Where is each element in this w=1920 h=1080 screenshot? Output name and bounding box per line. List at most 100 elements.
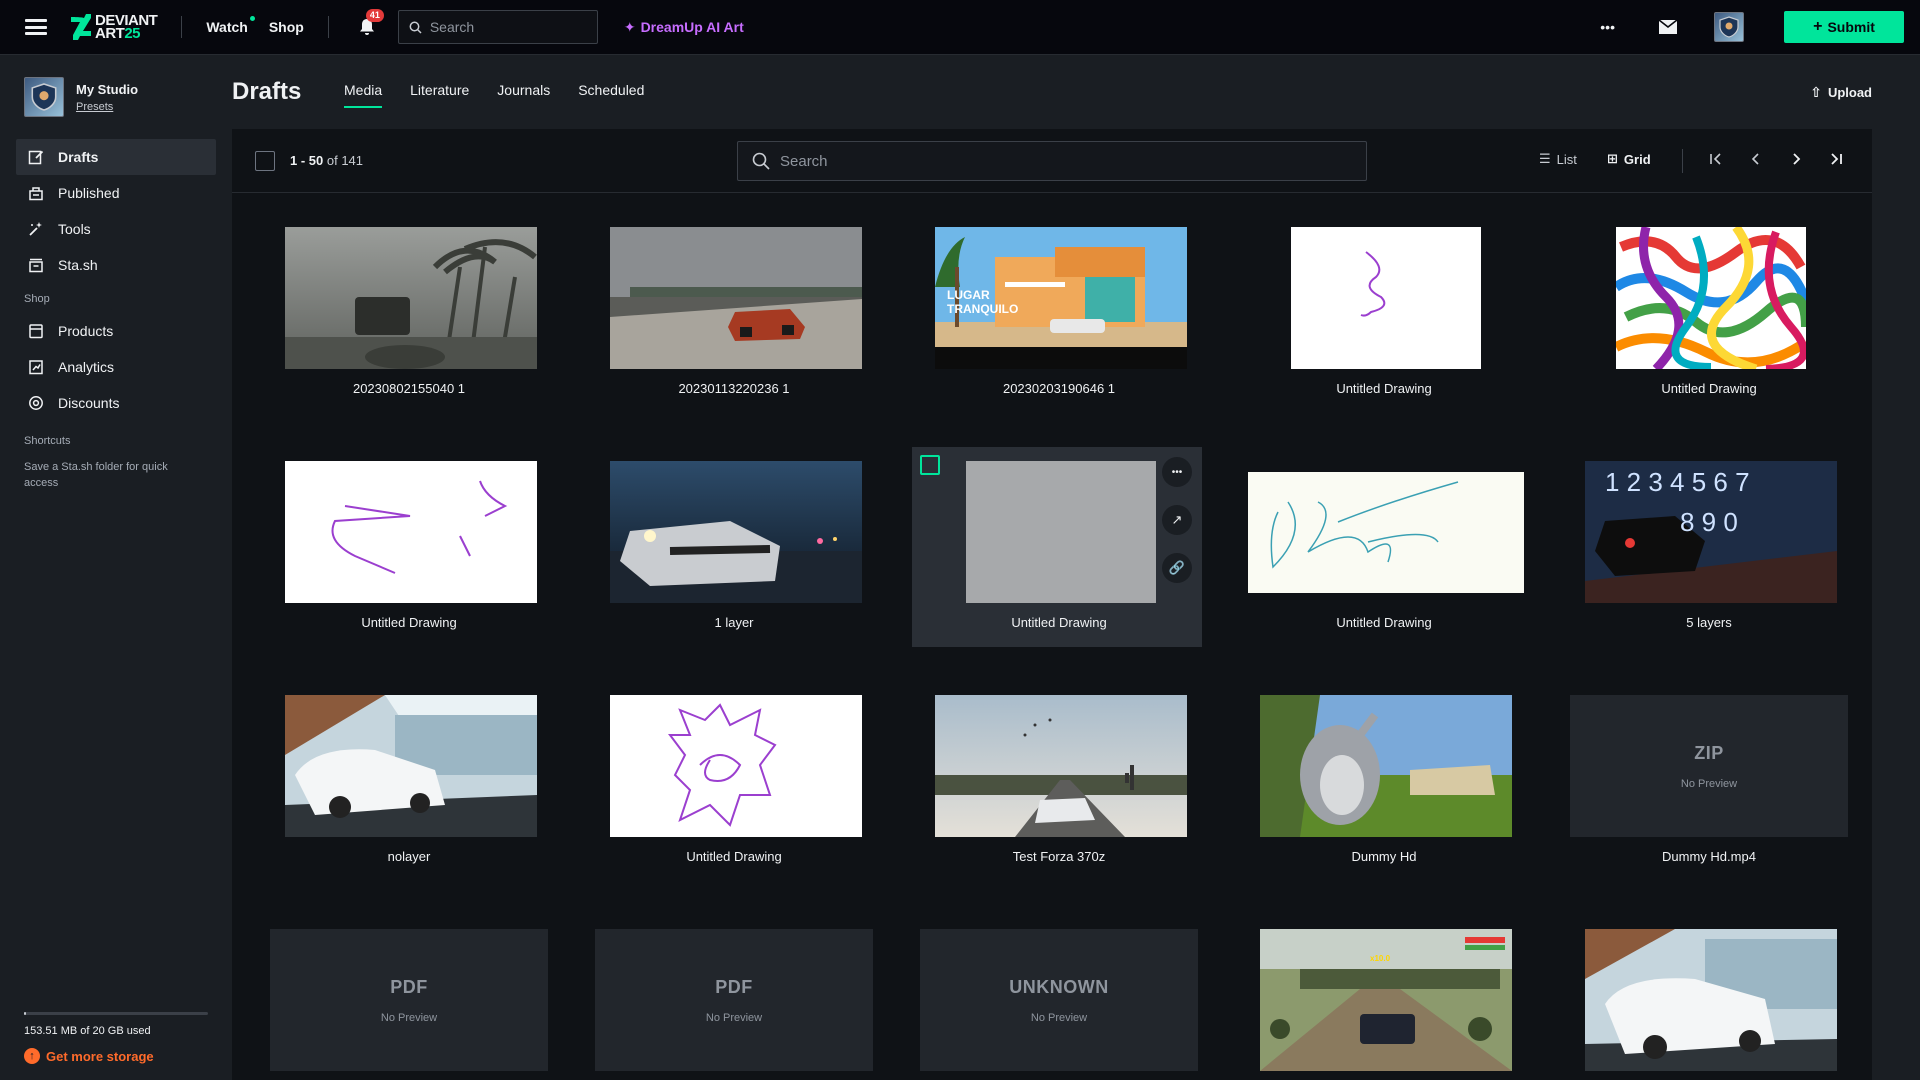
previous-page-button[interactable] <box>1748 151 1764 170</box>
copy-link-button[interactable]: 🔗 <box>1162 553 1192 583</box>
svg-text:8 9 0: 8 9 0 <box>1680 507 1738 537</box>
select-item-checkbox[interactable] <box>920 455 940 475</box>
artwork-title[interactable]: 20230203190646 1 <box>916 381 1202 396</box>
artwork-title[interactable]: Untitled Drawing <box>1241 381 1527 396</box>
toolbar-divider <box>1682 149 1683 173</box>
artwork-title[interactable]: Test Forza 370z <box>916 849 1202 864</box>
artwork-title[interactable]: Untitled Drawing <box>916 615 1202 630</box>
dreamup-link[interactable]: ✦ DreamUp AI Art <box>624 19 744 36</box>
deviantart-logo-mark-icon <box>71 14 91 40</box>
artwork-title[interactable]: Untitled Drawing <box>266 615 552 630</box>
artwork-title[interactable]: 20230802155040 1 <box>266 381 552 396</box>
artwork-title[interactable]: 20230113220236 1 <box>591 381 877 396</box>
plus-icon: + <box>1813 18 1823 35</box>
artwork-title[interactable]: nolayer <box>266 849 552 864</box>
search-icon <box>409 21 422 34</box>
first-page-button[interactable] <box>1708 151 1724 170</box>
draft-file-tile[interactable]: ZIP No Preview Dummy Hd.mp4 <box>1562 681 1852 881</box>
svg-text:TRANQUILO: TRANQUILO <box>947 302 1018 316</box>
artwork-title[interactable]: 5 layers <box>1566 615 1852 630</box>
draft-artwork-tile[interactable]: 1 layer <box>587 447 877 647</box>
content-type-tabs: Media Literature Journals Scheduled <box>344 82 644 108</box>
no-preview-text: No Preview <box>1680 777 1738 790</box>
last-page-button[interactable] <box>1828 151 1844 170</box>
shop-link[interactable]: Shop <box>269 19 304 35</box>
header-search-box[interactable] <box>397 10 598 44</box>
user-avatar[interactable] <box>1714 12 1744 42</box>
draft-artwork-tile[interactable]: Untitled Drawing <box>587 681 877 881</box>
artwork-thumbnail <box>1585 929 1837 1071</box>
draft-artwork-tile[interactable]: ••• ↗ 🔗 Untitled Drawing <box>912 447 1202 647</box>
chevron-right-icon <box>1793 153 1801 165</box>
draft-artwork-tile[interactable] <box>1562 915 1852 1080</box>
select-all-checkbox[interactable] <box>255 150 275 171</box>
open-in-new-button[interactable]: ↗ <box>1162 505 1192 535</box>
menu-icon[interactable] <box>25 19 47 35</box>
mail-icon[interactable] <box>1659 20 1677 34</box>
sidebar-item-tools[interactable]: Tools <box>16 211 216 247</box>
range-label: 1 - 50 <box>290 153 324 168</box>
watch-link[interactable]: Watch <box>206 16 255 35</box>
draft-artwork-tile[interactable]: x10.0 <box>1237 915 1527 1080</box>
storage-used-text: 153.51 MB of 20 GB used <box>24 1025 151 1037</box>
draft-artwork-tile[interactable]: Untitled Drawing <box>1237 447 1527 647</box>
draft-artwork-tile[interactable]: Untitled Drawing <box>262 447 552 647</box>
draft-artwork-tile[interactable]: 20230113220236 1 <box>587 213 877 413</box>
studio-name: My Studio <box>76 81 139 97</box>
upload-button[interactable]: ⇧ Upload <box>1810 84 1872 101</box>
tab-scheduled[interactable]: Scheduled <box>578 82 644 108</box>
drafts-panel: 1 - 50 of 141 ☰ List ⊞ Grid 20230802155040… <box>232 129 1872 1080</box>
more-options-icon[interactable]: ••• <box>1600 19 1615 35</box>
presets-link[interactable]: Presets <box>76 101 113 113</box>
sidebar-item-label: Products <box>58 323 114 339</box>
submit-button[interactable]: + Submit <box>1784 11 1904 43</box>
next-page-button[interactable] <box>1788 151 1804 170</box>
notifications-button[interactable]: 41 <box>357 9 384 37</box>
artwork-thumbnail <box>935 695 1187 837</box>
header-search-input[interactable] <box>429 19 590 35</box>
studio-avatar[interactable] <box>24 77 64 117</box>
sidebar-item-analytics[interactable]: Analytics <box>16 349 216 385</box>
draft-artwork-tile[interactable]: Dummy Hd <box>1237 681 1527 881</box>
draft-artwork-tile[interactable]: LUGAR TRANQUILO 20230203190646 1 <box>912 213 1202 413</box>
draft-artwork-tile[interactable]: Untitled Drawing <box>1237 213 1527 413</box>
draft-file-tile[interactable]: PDF No Preview <box>262 915 552 1080</box>
total-label: of 141 <box>326 153 364 168</box>
tab-literature[interactable]: Literature <box>410 82 469 108</box>
storage-up-icon: ↑ <box>24 1048 40 1064</box>
sidebar-item-published[interactable]: Published <box>16 175 216 211</box>
storage-meter: 153.51 MB of 20 GB used ↑ Get more storag… <box>24 1012 208 1080</box>
artwork-title[interactable]: Untitled Drawing <box>1241 615 1527 630</box>
draft-file-tile[interactable]: PDF No Preview <box>587 915 877 1080</box>
drafts-search-input[interactable] <box>780 152 1340 170</box>
drafts-search-box[interactable] <box>737 141 1367 181</box>
artwork-title[interactable]: Dummy Hd.mp4 <box>1566 849 1852 864</box>
artwork-thumbnail <box>610 461 862 603</box>
studio-sidebar: My Studio Presets Drafts Published Tools… <box>0 55 232 1080</box>
tab-media[interactable]: Media <box>344 82 383 108</box>
storage-progress-fill <box>24 1012 26 1015</box>
sidebar-item-products[interactable]: Products <box>16 313 216 349</box>
artwork-title[interactable]: Untitled Drawing <box>1566 381 1852 396</box>
svg-text:1 2 3 4 5 6 7: 1 2 3 4 5 6 7 <box>1605 467 1750 497</box>
artwork-title[interactable]: 1 layer <box>591 615 877 630</box>
sidebar-item-stash[interactable]: Sta.sh <box>16 247 216 283</box>
draft-artwork-tile[interactable]: Untitled Drawing <box>1562 213 1852 413</box>
sidebar-item-label: Analytics <box>58 359 115 375</box>
grid-view-button[interactable]: ⊞ Grid <box>1607 151 1651 167</box>
grid-label: Grid <box>1623 151 1651 167</box>
deviantart-logo[interactable]: DEVIANT ART25 <box>71 12 158 42</box>
list-view-button[interactable]: ☰ List <box>1539 151 1577 167</box>
draft-file-tile[interactable]: UNKNOWN No Preview <box>912 915 1202 1080</box>
tab-journals[interactable]: Journals <box>497 82 550 108</box>
artwork-title[interactable]: Untitled Drawing <box>591 849 877 864</box>
more-options-button[interactable]: ••• <box>1162 457 1192 487</box>
get-more-storage-link[interactable]: ↑ Get more storage <box>24 1048 208 1064</box>
sidebar-item-discounts[interactable]: Discounts <box>16 385 216 421</box>
draft-artwork-tile[interactable]: Test Forza 370z <box>912 681 1202 881</box>
draft-artwork-tile[interactable]: 20230802155040 1 <box>262 213 552 413</box>
artwork-title[interactable]: Dummy Hd <box>1241 849 1527 864</box>
draft-artwork-tile[interactable]: nolayer <box>262 681 552 881</box>
draft-artwork-tile[interactable]: 1 2 3 4 5 6 7 8 9 0 5 layers <box>1562 447 1852 647</box>
sidebar-item-drafts[interactable]: Drafts <box>16 139 216 175</box>
